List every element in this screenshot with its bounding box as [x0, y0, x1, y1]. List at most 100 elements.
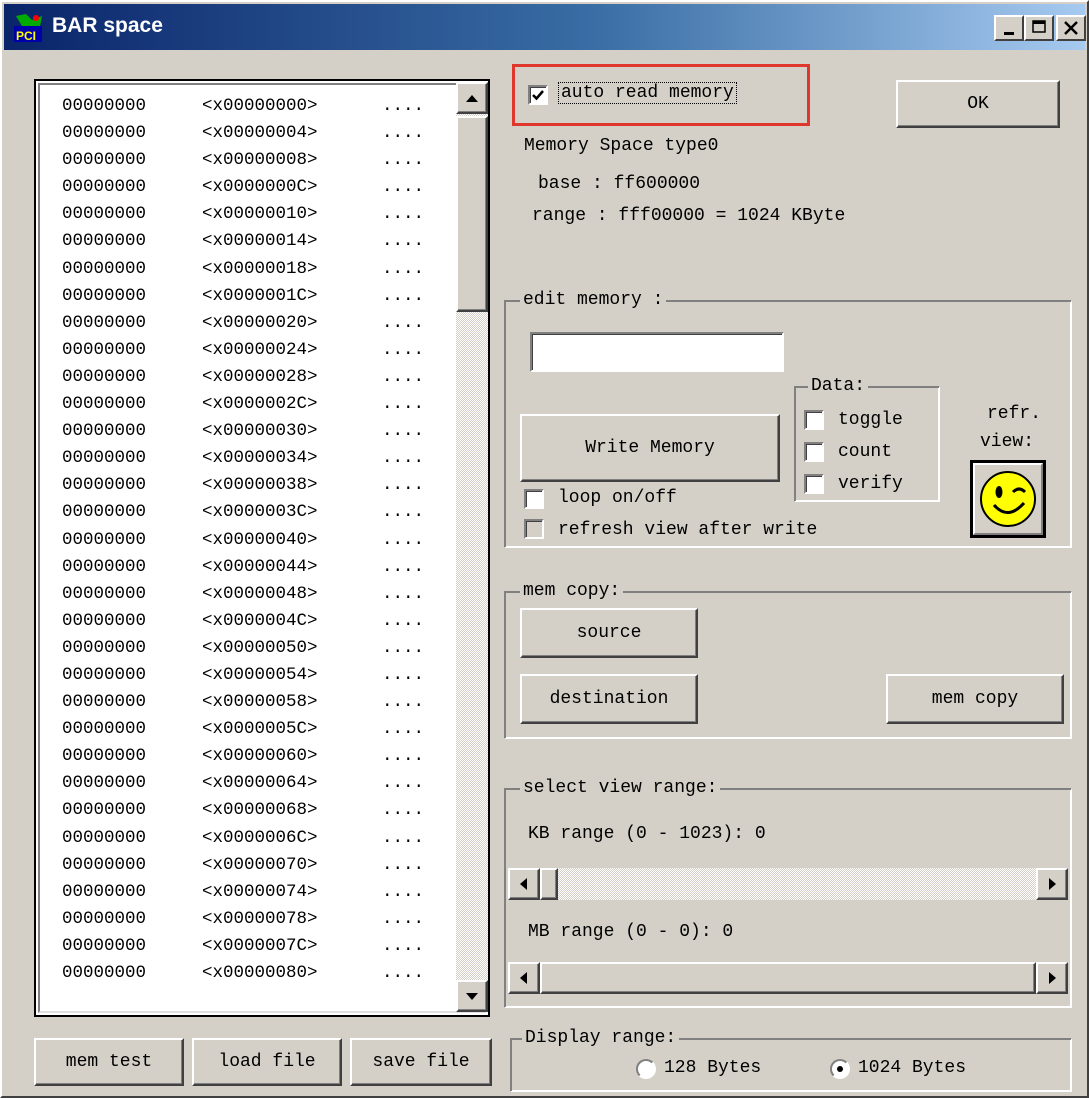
memory-row[interactable]: 00000000 <x00000008>....: [62, 147, 472, 174]
maximize-button[interactable]: [1024, 15, 1054, 41]
memory-value: 00000000: [62, 773, 147, 794]
memory-row[interactable]: 00000000 <x0000003C>....: [62, 499, 472, 526]
memory-row[interactable]: 00000000 <x00000014>....: [62, 228, 472, 255]
memory-ascii: ....: [382, 529, 425, 550]
memory-row[interactable]: 00000000 <x00000064>....: [62, 770, 472, 797]
kb-scroll-thumb[interactable]: [540, 868, 558, 900]
memory-ascii: ....: [382, 746, 425, 767]
memory-row[interactable]: 00000000 <x00000058>....: [62, 689, 472, 716]
memory-address: <x00000000>: [202, 96, 318, 116]
memory-value: 00000000: [62, 719, 147, 740]
memory-ascii: ....: [382, 150, 425, 171]
memory-row[interactable]: 00000000 <x0000002C>....: [62, 391, 472, 418]
memory-ascii: ....: [382, 285, 425, 306]
refresh-after-write-checkbox[interactable]: [524, 519, 544, 539]
kb-range-scrollbar[interactable]: [508, 868, 1068, 900]
memory-value: 00000000: [62, 394, 147, 415]
write-memory-button[interactable]: Write Memory: [520, 414, 780, 482]
memory-scrollbar[interactable]: [456, 82, 488, 1012]
memory-row[interactable]: 00000000 <x00000074>....: [62, 879, 472, 906]
memory-row[interactable]: 00000000 <x0000000C>....: [62, 174, 472, 201]
memory-row[interactable]: 00000000 <x00000004>....: [62, 120, 472, 147]
memory-row[interactable]: 00000000 <x00000038>....: [62, 472, 472, 499]
ok-button[interactable]: OK: [896, 80, 1060, 128]
memory-listbox[interactable]: 00000000 <x00000000>.... 00000000 <x0000000…: [34, 79, 490, 1017]
count-checkbox[interactable]: [804, 442, 824, 462]
radio-128-bytes-label: 128 Bytes: [664, 1058, 762, 1078]
memory-ascii: ....: [382, 692, 425, 713]
memory-address: <x00000010>: [202, 204, 318, 225]
mb-scroll-thumb[interactable]: [540, 962, 1036, 994]
memory-ascii: ....: [382, 366, 425, 387]
count-label: count: [838, 442, 893, 462]
memory-value: 00000000: [62, 258, 147, 279]
memory-row[interactable]: 00000000 <x00000000>....: [62, 93, 472, 120]
mb-scroll-right-button[interactable]: [1036, 962, 1068, 994]
memory-ascii: ....: [382, 475, 425, 496]
memory-address: <x00000008>: [202, 150, 318, 171]
arrow-right-icon: [1049, 972, 1056, 984]
destination-button[interactable]: destination: [520, 674, 698, 724]
load-file-button[interactable]: load file: [192, 1038, 342, 1086]
loop-checkbox[interactable]: [524, 489, 544, 509]
refr-label: refr.: [987, 404, 1042, 424]
memory-row[interactable]: 00000000 <x0000004C>....: [62, 608, 472, 635]
memory-row[interactable]: 00000000 <x00000030>....: [62, 418, 472, 445]
memory-value: 00000000: [62, 285, 147, 306]
memory-ascii: ....: [382, 339, 425, 360]
memory-row[interactable]: 00000000 <x00000040>....: [62, 527, 472, 554]
verify-checkbox[interactable]: [804, 474, 824, 494]
scroll-up-button[interactable]: [456, 82, 488, 114]
memory-row[interactable]: 00000000 <x00000020>....: [62, 310, 472, 337]
memory-value: 00000000: [62, 150, 147, 171]
memory-address: <x00000020>: [202, 312, 318, 333]
refresh-view-button[interactable]: [970, 460, 1046, 538]
close-button[interactable]: [1056, 15, 1086, 41]
memory-row[interactable]: 00000000 <x00000060>....: [62, 743, 472, 770]
memory-address: <x00000068>: [202, 800, 318, 821]
auto-read-label[interactable]: auto read memory: [558, 82, 737, 104]
view-label: view:: [980, 432, 1035, 452]
memory-row[interactable]: 00000000 <x00000044>....: [62, 554, 472, 581]
mb-range-label: MB range (0 - 0): 0: [528, 922, 734, 942]
scroll-thumb[interactable]: [456, 116, 488, 312]
memory-row[interactable]: 00000000 <x0000001C>....: [62, 283, 472, 310]
radio-1024-bytes[interactable]: [830, 1059, 850, 1079]
memory-value-input[interactable]: [530, 332, 784, 372]
memory-row[interactable]: 00000000 <x00000068>....: [62, 797, 472, 824]
minimize-button[interactable]: [994, 15, 1024, 41]
memory-row[interactable]: 00000000 <x0000007C>....: [62, 933, 472, 960]
memory-row[interactable]: 00000000 <x00000070>....: [62, 852, 472, 879]
source-button[interactable]: source: [520, 608, 698, 658]
memory-row[interactable]: 00000000 <x00000054>....: [62, 662, 472, 689]
memory-address: <x0000002C>: [202, 394, 318, 415]
memory-row[interactable]: 00000000 <x0000006C>....: [62, 825, 472, 852]
memory-row[interactable]: 00000000 <x00000048>....: [62, 581, 472, 608]
mb-range-scrollbar[interactable]: [508, 962, 1068, 994]
range-info: range : fff00000 = 1024 KByte: [532, 206, 846, 226]
memory-ascii: ....: [382, 881, 425, 902]
mem-copy-button[interactable]: mem copy: [886, 674, 1064, 724]
memory-row[interactable]: 00000000 <x00000034>....: [62, 445, 472, 472]
kb-scroll-right-button[interactable]: [1036, 868, 1068, 900]
memory-row[interactable]: 00000000 <x0000005C>....: [62, 716, 472, 743]
memory-row[interactable]: 00000000 <x00000028>....: [62, 364, 472, 391]
memory-row[interactable]: 00000000 <x00000024>....: [62, 337, 472, 364]
memory-row[interactable]: 00000000 <x00000010>....: [62, 201, 472, 228]
mb-scroll-left-button[interactable]: [508, 962, 540, 994]
auto-read-checkbox[interactable]: [528, 85, 548, 105]
memory-row[interactable]: 00000000 <x00000080>....: [62, 960, 472, 987]
arrow-down-icon: [466, 993, 478, 1000]
memory-row[interactable]: 00000000 <x00000050>....: [62, 635, 472, 662]
save-file-button[interactable]: save file: [350, 1038, 492, 1086]
mem-test-button[interactable]: mem test: [34, 1038, 184, 1086]
radio-128-bytes[interactable]: [636, 1059, 656, 1079]
memory-value: 00000000: [62, 881, 147, 902]
kb-scroll-left-button[interactable]: [508, 868, 540, 900]
memory-row[interactable]: 00000000 <x00000018>....: [62, 256, 472, 283]
toggle-checkbox[interactable]: [804, 410, 824, 430]
memory-row[interactable]: 00000000 <x00000078>....: [62, 906, 472, 933]
title-bar[interactable]: PCI BAR space: [4, 4, 1086, 50]
memory-address: <x00000024>: [202, 339, 318, 360]
scroll-down-button[interactable]: [456, 980, 488, 1012]
